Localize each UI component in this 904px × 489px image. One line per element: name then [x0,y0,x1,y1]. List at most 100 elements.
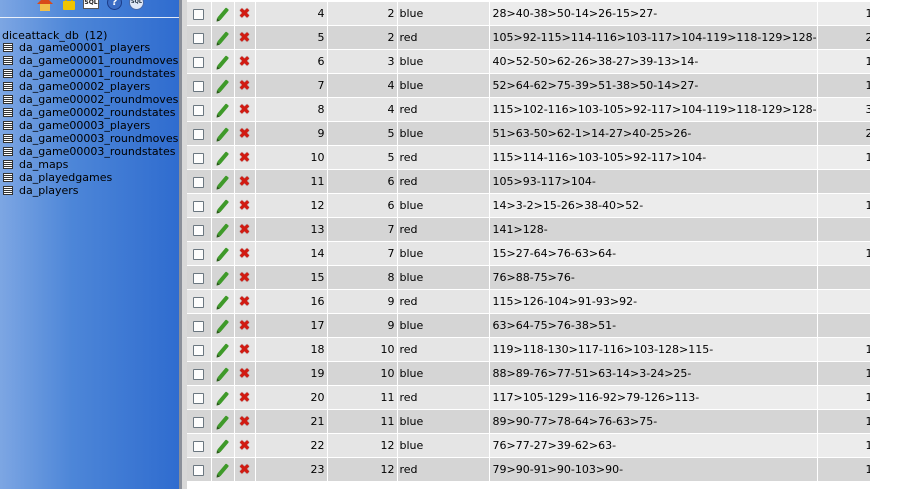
edit-icon[interactable] [216,174,229,189]
table-list-item[interactable]: da_game00002_players [0,80,178,93]
table-icon[interactable] [3,108,13,117]
table-icon[interactable] [3,56,13,65]
table-list-item[interactable]: da_game00003_roundstates [0,145,178,158]
table-list-item[interactable]: da_game00003_players [0,119,178,132]
edit-icon[interactable] [216,30,229,45]
edit-icon[interactable] [216,150,229,165]
table-name[interactable]: da_maps [19,158,68,171]
edit-icon[interactable] [216,102,229,117]
edit-icon[interactable] [216,414,229,429]
delete-icon[interactable]: ✖ [239,438,251,454]
table-name[interactable]: da_game00001_players [19,41,150,54]
edit-icon[interactable] [216,342,229,357]
table-icon[interactable] [3,134,13,143]
delete-icon[interactable]: ✖ [239,270,251,286]
row-checkbox[interactable] [193,8,205,20]
table-name[interactable]: da_game00002_roundmoves [19,93,178,106]
edit-icon[interactable] [216,222,229,237]
table-list-item[interactable]: da_game00001_roundstates [0,67,178,80]
table-icon[interactable] [3,121,13,130]
delete-icon[interactable]: ✖ [239,150,251,166]
delete-icon[interactable]: ✖ [239,318,251,334]
edit-icon[interactable] [216,6,229,21]
row-checkbox[interactable] [193,272,205,284]
table-icon[interactable] [3,186,13,195]
row-checkbox[interactable] [193,32,205,44]
sql-docs-icon[interactable]: SQL [128,0,146,12]
table-name[interactable]: da_game00003_roundstates [19,145,175,158]
delete-icon[interactable]: ✖ [239,246,251,262]
table-icon[interactable] [3,43,13,52]
row-checkbox[interactable] [193,344,205,356]
edit-icon[interactable] [216,126,229,141]
table-name[interactable]: da_game00002_players [19,80,150,93]
row-checkbox[interactable] [193,392,205,404]
table-list-item[interactable]: da_game00002_roundstates [0,106,178,119]
edit-icon[interactable] [216,294,229,309]
table-list-item[interactable]: da_players [0,184,178,197]
delete-icon[interactable]: ✖ [239,414,251,430]
delete-icon[interactable]: ✖ [239,198,251,214]
table-list-item[interactable]: da_game00001_players [0,41,178,54]
table-icon[interactable] [3,173,13,182]
row-checkbox[interactable] [193,296,205,308]
table-name[interactable]: da_game00003_players [19,119,150,132]
row-checkbox[interactable] [193,464,205,476]
table-name[interactable]: da_game00002_roundstates [19,106,175,119]
row-checkbox[interactable] [193,128,205,140]
table-list-item[interactable]: da_game00001_roundmoves [0,54,178,67]
delete-icon[interactable]: ✖ [239,54,251,70]
table-list-item[interactable]: da_maps [0,158,178,171]
table-icon[interactable] [3,69,13,78]
edit-icon[interactable] [216,462,229,477]
edit-icon[interactable] [216,78,229,93]
delete-icon[interactable]: ✖ [239,222,251,238]
home-icon[interactable] [36,0,54,12]
edit-icon[interactable] [216,318,229,333]
row-checkbox[interactable] [193,152,205,164]
row-checkbox[interactable] [193,416,205,428]
delete-icon[interactable]: ✖ [239,342,251,358]
delete-icon[interactable]: ✖ [239,30,251,46]
row-checkbox[interactable] [193,56,205,68]
edit-icon[interactable] [216,366,229,381]
delete-icon[interactable]: ✖ [239,126,251,142]
edit-icon[interactable] [216,198,229,213]
sql-query-icon[interactable]: SQL [82,0,100,12]
table-icon[interactable] [3,95,13,104]
delete-icon[interactable]: ✖ [239,102,251,118]
row-checkbox[interactable] [193,80,205,92]
delete-icon[interactable]: ✖ [239,462,251,478]
table-list-item[interactable]: da_game00002_roundmoves [0,93,178,106]
delete-icon[interactable]: ✖ [239,6,251,22]
row-checkbox[interactable] [193,368,205,380]
table-name[interactable]: da_players [19,184,79,197]
delete-icon[interactable]: ✖ [239,390,251,406]
delete-icon[interactable]: ✖ [239,174,251,190]
row-checkbox[interactable] [193,248,205,260]
row-checkbox[interactable] [193,176,205,188]
edit-icon[interactable] [216,270,229,285]
table-list-item[interactable]: da_game00003_roundmoves [0,132,178,145]
row-checkbox[interactable] [193,320,205,332]
table-name[interactable]: da_game00001_roundmoves [19,54,178,67]
edit-icon[interactable] [216,246,229,261]
lock-icon[interactable] [60,0,78,12]
table-name[interactable]: da_game00003_roundmoves [19,132,178,145]
edit-icon[interactable] [216,438,229,453]
delete-icon[interactable]: ✖ [239,294,251,310]
edit-icon[interactable] [216,390,229,405]
table-list-item[interactable]: da_playedgames [0,171,178,184]
table-icon[interactable] [3,160,13,169]
row-checkbox[interactable] [193,200,205,212]
table-name[interactable]: da_game00001_roundstates [19,67,175,80]
help-icon[interactable]: ? [106,0,124,12]
row-checkbox[interactable] [193,440,205,452]
delete-icon[interactable]: ✖ [239,366,251,382]
table-icon[interactable] [3,82,13,91]
table-name[interactable]: da_playedgames [19,171,112,184]
delete-icon[interactable]: ✖ [239,78,251,94]
row-checkbox[interactable] [193,104,205,116]
table-icon[interactable] [3,147,13,156]
edit-icon[interactable] [216,54,229,69]
